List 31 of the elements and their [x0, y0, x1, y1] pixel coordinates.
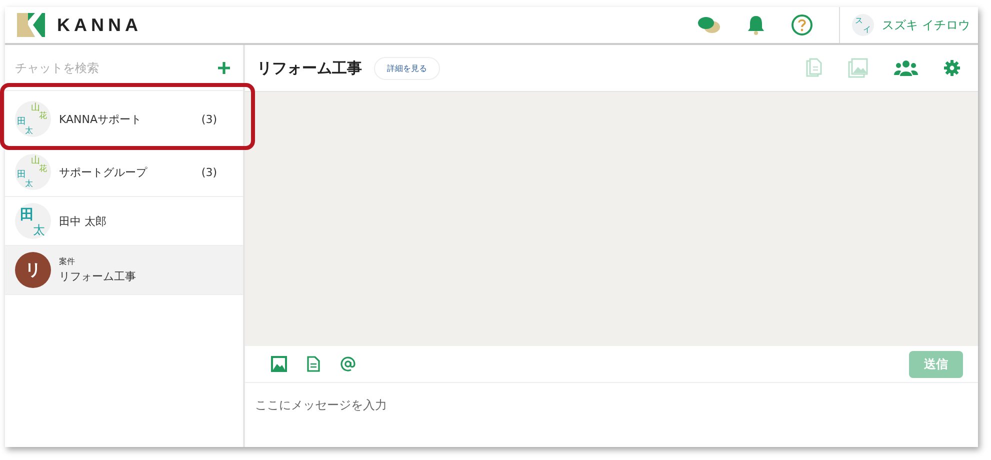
settings-icon[interactable] — [944, 60, 960, 76]
chat-name: 田中 太郎 — [59, 214, 108, 228]
unread-count: (3) — [201, 166, 217, 178]
group-avatar: 山 花 田 太 — [15, 101, 51, 137]
chat-list-item[interactable]: 山 花 田 太 サポートグループ (3) — [5, 148, 243, 197]
user-name[interactable]: スズキ イチロウ — [882, 16, 970, 34]
chat-icon[interactable] — [697, 15, 722, 35]
document-icon[interactable] — [307, 356, 320, 372]
logo-text: KANNA — [57, 14, 142, 36]
chat-name: KANNAサポート — [59, 112, 143, 126]
image-icon[interactable] — [271, 356, 287, 372]
chat-name: リフォーム工事 — [59, 269, 137, 284]
details-button[interactable]: 詳細を見る — [374, 56, 440, 80]
chat-tag: 案件 — [59, 256, 217, 267]
help-icon[interactable] — [791, 14, 814, 36]
people-icon[interactable] — [894, 60, 918, 76]
message-field[interactable]: ここにメッセージを入力 — [245, 383, 978, 447]
user-avatar: ス イ — [852, 14, 874, 36]
person-avatar: 田 太 — [15, 203, 51, 239]
chat-name: サポートグループ — [59, 164, 148, 180]
mention-icon[interactable] — [340, 356, 356, 372]
search-field[interactable]: チャットを検索 — [13, 60, 217, 76]
chat-list-item[interactable]: 山 花 田 太 KANNAサポート (3) — [5, 91, 243, 148]
add-icon[interactable] — [217, 60, 231, 74]
group-avatar: 山 花 田 太 — [15, 154, 51, 190]
chat-title: リフォーム工事 — [257, 58, 362, 78]
logo-icon — [17, 13, 45, 37]
chat-list-item[interactable]: リ 案件 リフォーム工事 — [5, 246, 243, 295]
bell-icon[interactable] — [747, 15, 766, 35]
project-avatar: リ — [15, 252, 51, 288]
unread-count: (3) — [201, 112, 217, 126]
